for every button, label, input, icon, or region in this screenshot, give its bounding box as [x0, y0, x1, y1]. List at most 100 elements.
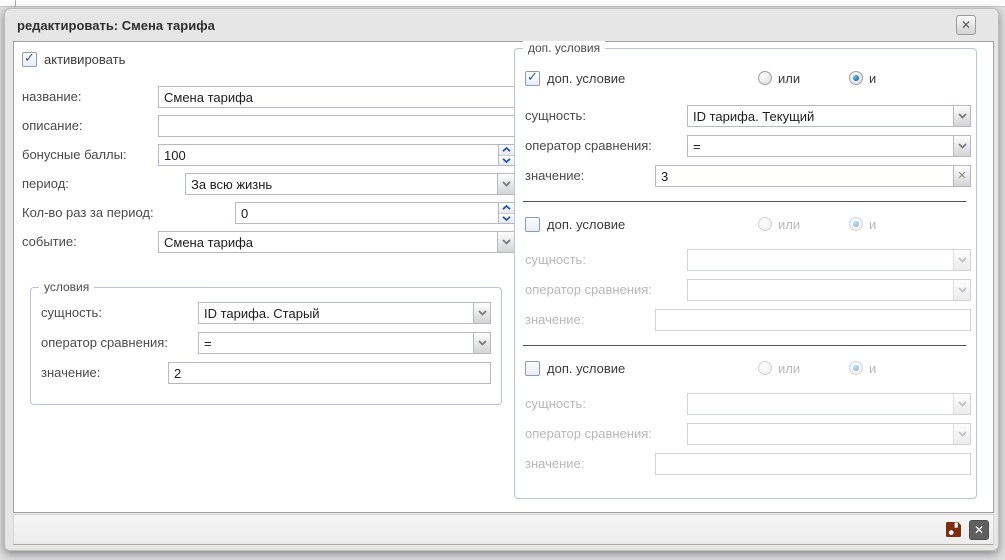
event-combobox	[158, 231, 515, 253]
extra-operator-row: оператор сравнения:	[525, 135, 966, 157]
chevron-down-icon	[953, 424, 970, 444]
period-label: период:	[22, 173, 69, 195]
chevron-down-icon[interactable]	[473, 303, 490, 323]
entity-input	[687, 249, 971, 271]
value-label: значение:	[525, 453, 584, 475]
operator-label: оператор сравнения:	[525, 423, 652, 445]
entity-label: сущность:	[525, 249, 586, 271]
spinner-down-icon[interactable]	[499, 156, 514, 166]
value-field	[168, 362, 491, 384]
entity-combobox	[198, 302, 491, 324]
spinner-buttons	[498, 203, 514, 223]
extra-checkbox-row: ✓ доп. условие или и	[525, 71, 966, 93]
entity-label: сущность:	[41, 302, 102, 324]
or-radio[interactable]	[758, 71, 772, 85]
spinner-up-icon[interactable]	[499, 145, 514, 156]
or-radio	[758, 361, 772, 375]
event-label: событие:	[22, 231, 77, 253]
and-radio[interactable]	[849, 71, 863, 85]
period-combobox	[185, 173, 515, 195]
name-input[interactable]	[158, 86, 515, 108]
chevron-down-icon[interactable]	[953, 136, 970, 156]
extra-condition-label: доп. условие	[547, 217, 625, 233]
chevron-down-icon[interactable]	[497, 174, 514, 194]
extra-condition-checkbox[interactable]: ✓	[525, 361, 540, 376]
entity-input	[687, 393, 971, 415]
and-label: и	[869, 71, 876, 87]
times-per-period-input[interactable]	[235, 202, 515, 224]
and-radio	[849, 361, 863, 375]
block-divider	[523, 201, 966, 202]
value-label: значение:	[41, 362, 100, 384]
value-field	[655, 309, 971, 331]
entity-input[interactable]	[198, 302, 491, 324]
operator-input[interactable]	[198, 332, 491, 354]
block-divider	[523, 345, 966, 346]
clear-icon[interactable]: ✕	[953, 166, 970, 186]
value-input	[655, 453, 971, 475]
bonus-points-spinner	[158, 144, 515, 166]
extra-operator-row: оператор сравнения:	[525, 423, 966, 445]
extra-operator-row: оператор сравнения:	[525, 279, 966, 301]
or-label: или	[778, 361, 800, 377]
extra-conditions-legend: доп. условия	[523, 41, 605, 55]
value-input[interactable]	[655, 165, 971, 187]
description-input[interactable]	[158, 115, 515, 137]
entity-combobox	[687, 393, 971, 415]
activate-checkbox[interactable]: ✓	[22, 52, 37, 67]
extra-value-row: значение: ✕	[525, 165, 966, 187]
close-icon: ✕	[961, 18, 971, 32]
bonus-points-input[interactable]	[158, 144, 515, 166]
description-field	[158, 115, 515, 137]
chevron-down-icon[interactable]	[497, 232, 514, 252]
spinner-up-icon[interactable]	[499, 203, 514, 214]
operator-input[interactable]	[687, 135, 971, 157]
value-label: значение:	[525, 309, 584, 331]
condition-entity-row: сущность:	[41, 302, 491, 324]
and-radio	[849, 217, 863, 231]
operator-combobox	[687, 423, 971, 445]
conditions-legend: условия	[39, 280, 94, 294]
value-label: значение:	[525, 165, 584, 187]
window-close-button[interactable]: ✕	[956, 15, 976, 35]
name-field	[158, 86, 515, 108]
chevron-down-icon[interactable]	[953, 106, 970, 126]
extra-entity-row: сущность:	[525, 249, 966, 271]
save-button[interactable]	[943, 520, 963, 540]
chevron-down-icon	[953, 394, 970, 414]
spinner-down-icon[interactable]	[499, 214, 514, 224]
or-label: или	[778, 71, 800, 87]
operator-combobox	[198, 332, 491, 354]
operator-combobox	[687, 135, 971, 157]
background-divider	[15, 0, 16, 7]
value-field	[655, 453, 971, 475]
entity-combobox	[687, 105, 971, 127]
background-page	[0, 0, 1005, 7]
value-input[interactable]	[168, 362, 491, 384]
close-button[interactable]: ✕	[969, 520, 989, 540]
and-label: и	[869, 217, 876, 233]
or-radio	[758, 217, 772, 231]
operator-combobox	[687, 279, 971, 301]
entity-input[interactable]	[687, 105, 971, 127]
value-field: ✕	[655, 165, 971, 187]
entity-label: сущность:	[525, 105, 586, 127]
extra-condition-checkbox[interactable]: ✓	[525, 71, 540, 86]
close-icon: ✕	[974, 524, 984, 536]
extra-condition-label: доп. условие	[547, 361, 625, 377]
window-title: редактировать: Смена тарифа	[17, 18, 215, 33]
condition-operator-row: оператор сравнения:	[41, 332, 491, 354]
times-per-period-label: Кол-во раз за период:	[22, 202, 154, 224]
description-label: описание:	[22, 115, 83, 137]
operator-label: оператор сравнения:	[525, 135, 652, 157]
event-input[interactable]	[158, 231, 515, 253]
edit-form: ✓ активировать название: описание: бонус…	[13, 41, 994, 513]
entity-label: сущность:	[525, 393, 586, 415]
period-input[interactable]	[185, 173, 515, 195]
extra-condition-checkbox[interactable]: ✓	[525, 217, 540, 232]
extra-value-row: значение:	[525, 309, 966, 331]
extra-checkbox-row: ✓ доп. условие или и	[525, 217, 966, 239]
chevron-down-icon[interactable]	[473, 333, 490, 353]
operator-label: оператор сравнения:	[41, 332, 168, 354]
save-icon	[945, 521, 962, 538]
